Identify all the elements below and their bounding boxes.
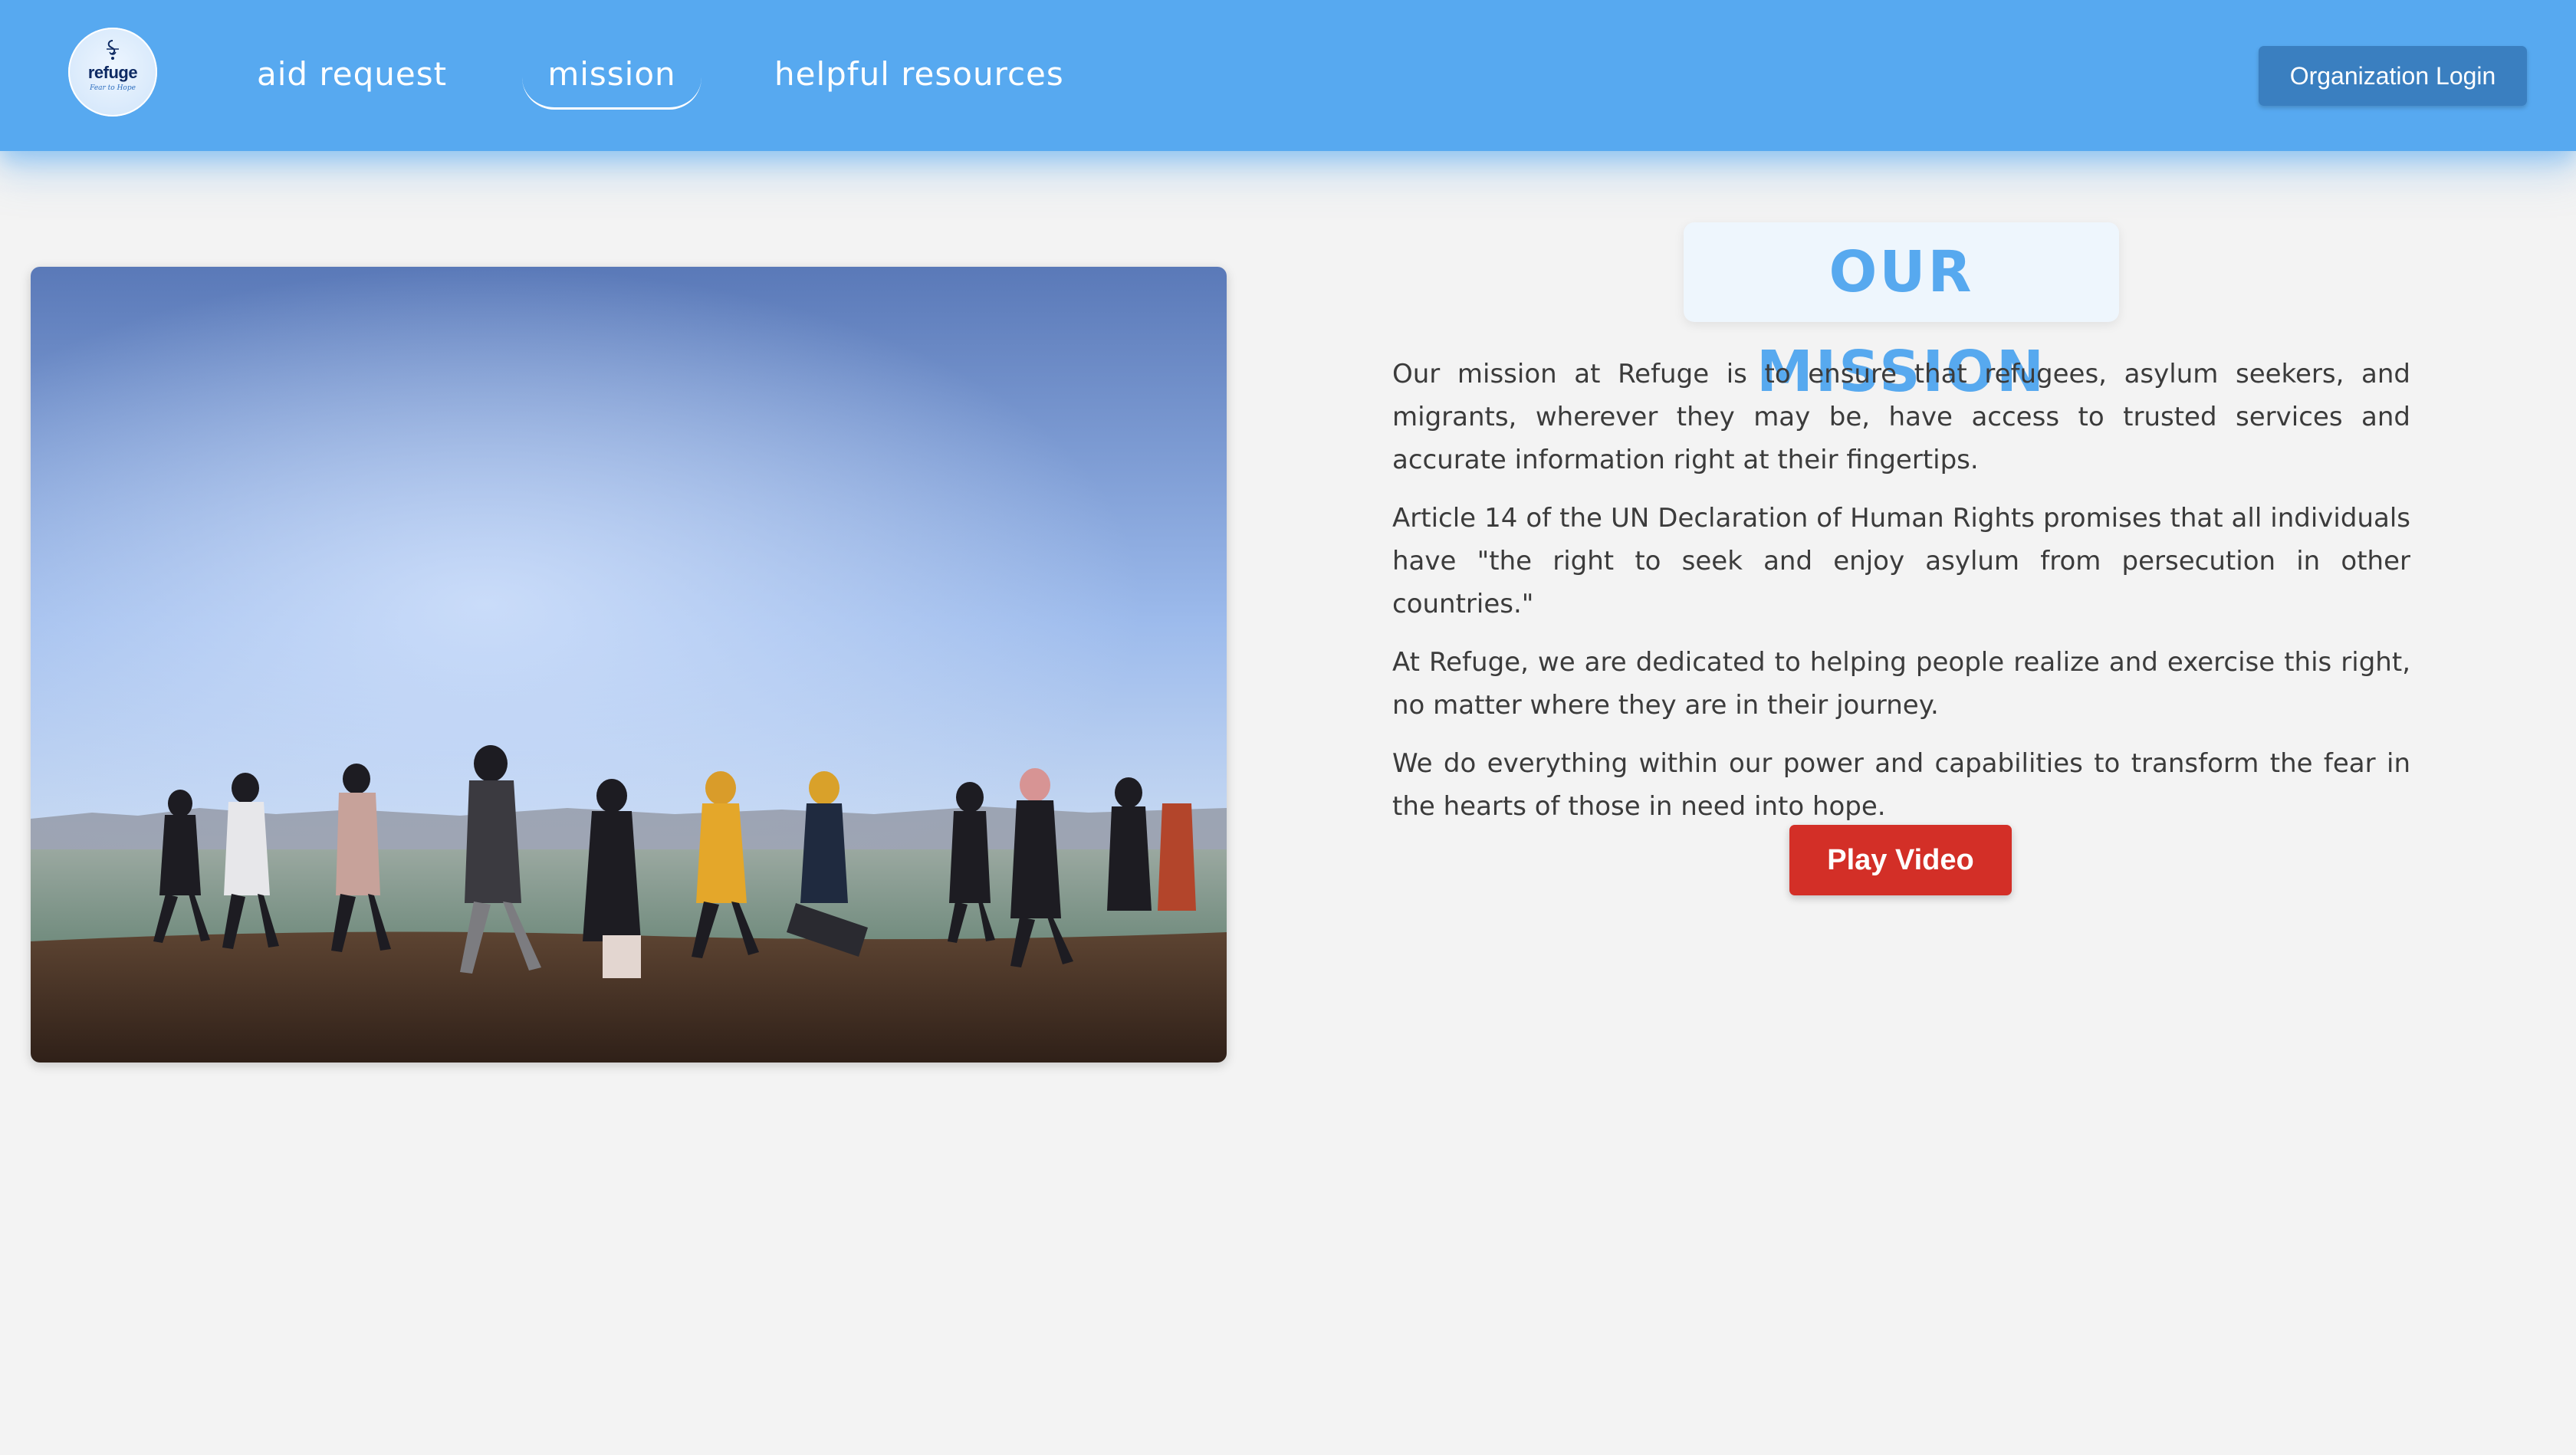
nav-link-mission[interactable]: mission	[522, 44, 702, 110]
play-video-button[interactable]: Play Video	[1789, 825, 2012, 895]
refugees-walking-photo	[31, 267, 1227, 1063]
logo-wordmark: refuge	[87, 63, 138, 82]
mission-paragraph: Article 14 of the UN Declaration of Huma…	[1392, 503, 2410, 619]
refuge-logo[interactable]: refuge Fear to Hope	[68, 28, 157, 117]
mission-heading: OUR MISSION	[1756, 239, 2046, 405]
logo-tagline: Fear to Hope	[90, 84, 136, 92]
photo-illustration	[31, 267, 1227, 1063]
mission-text: Our mission at Refuge is to ensure that …	[1392, 353, 2410, 843]
nav-link-aid-request[interactable]: aid request	[257, 48, 447, 101]
mission-paragraph: We do everything within our power and ca…	[1392, 748, 2410, 822]
mission-heading-box: OUR MISSION	[1684, 222, 2119, 405]
mission-paragraph: Our mission at Refuge is to ensure that …	[1392, 359, 2410, 475]
refuge-logo-icon	[107, 40, 119, 60]
nav-link-helpful-resources[interactable]: helpful resources	[774, 48, 1064, 101]
top-navbar: refuge Fear to Hope aid request mission …	[0, 0, 2576, 151]
organization-login-button[interactable]: Organization Login	[2259, 46, 2527, 106]
mission-paragraph: At Refuge, we are dedicated to helping p…	[1392, 647, 2410, 721]
